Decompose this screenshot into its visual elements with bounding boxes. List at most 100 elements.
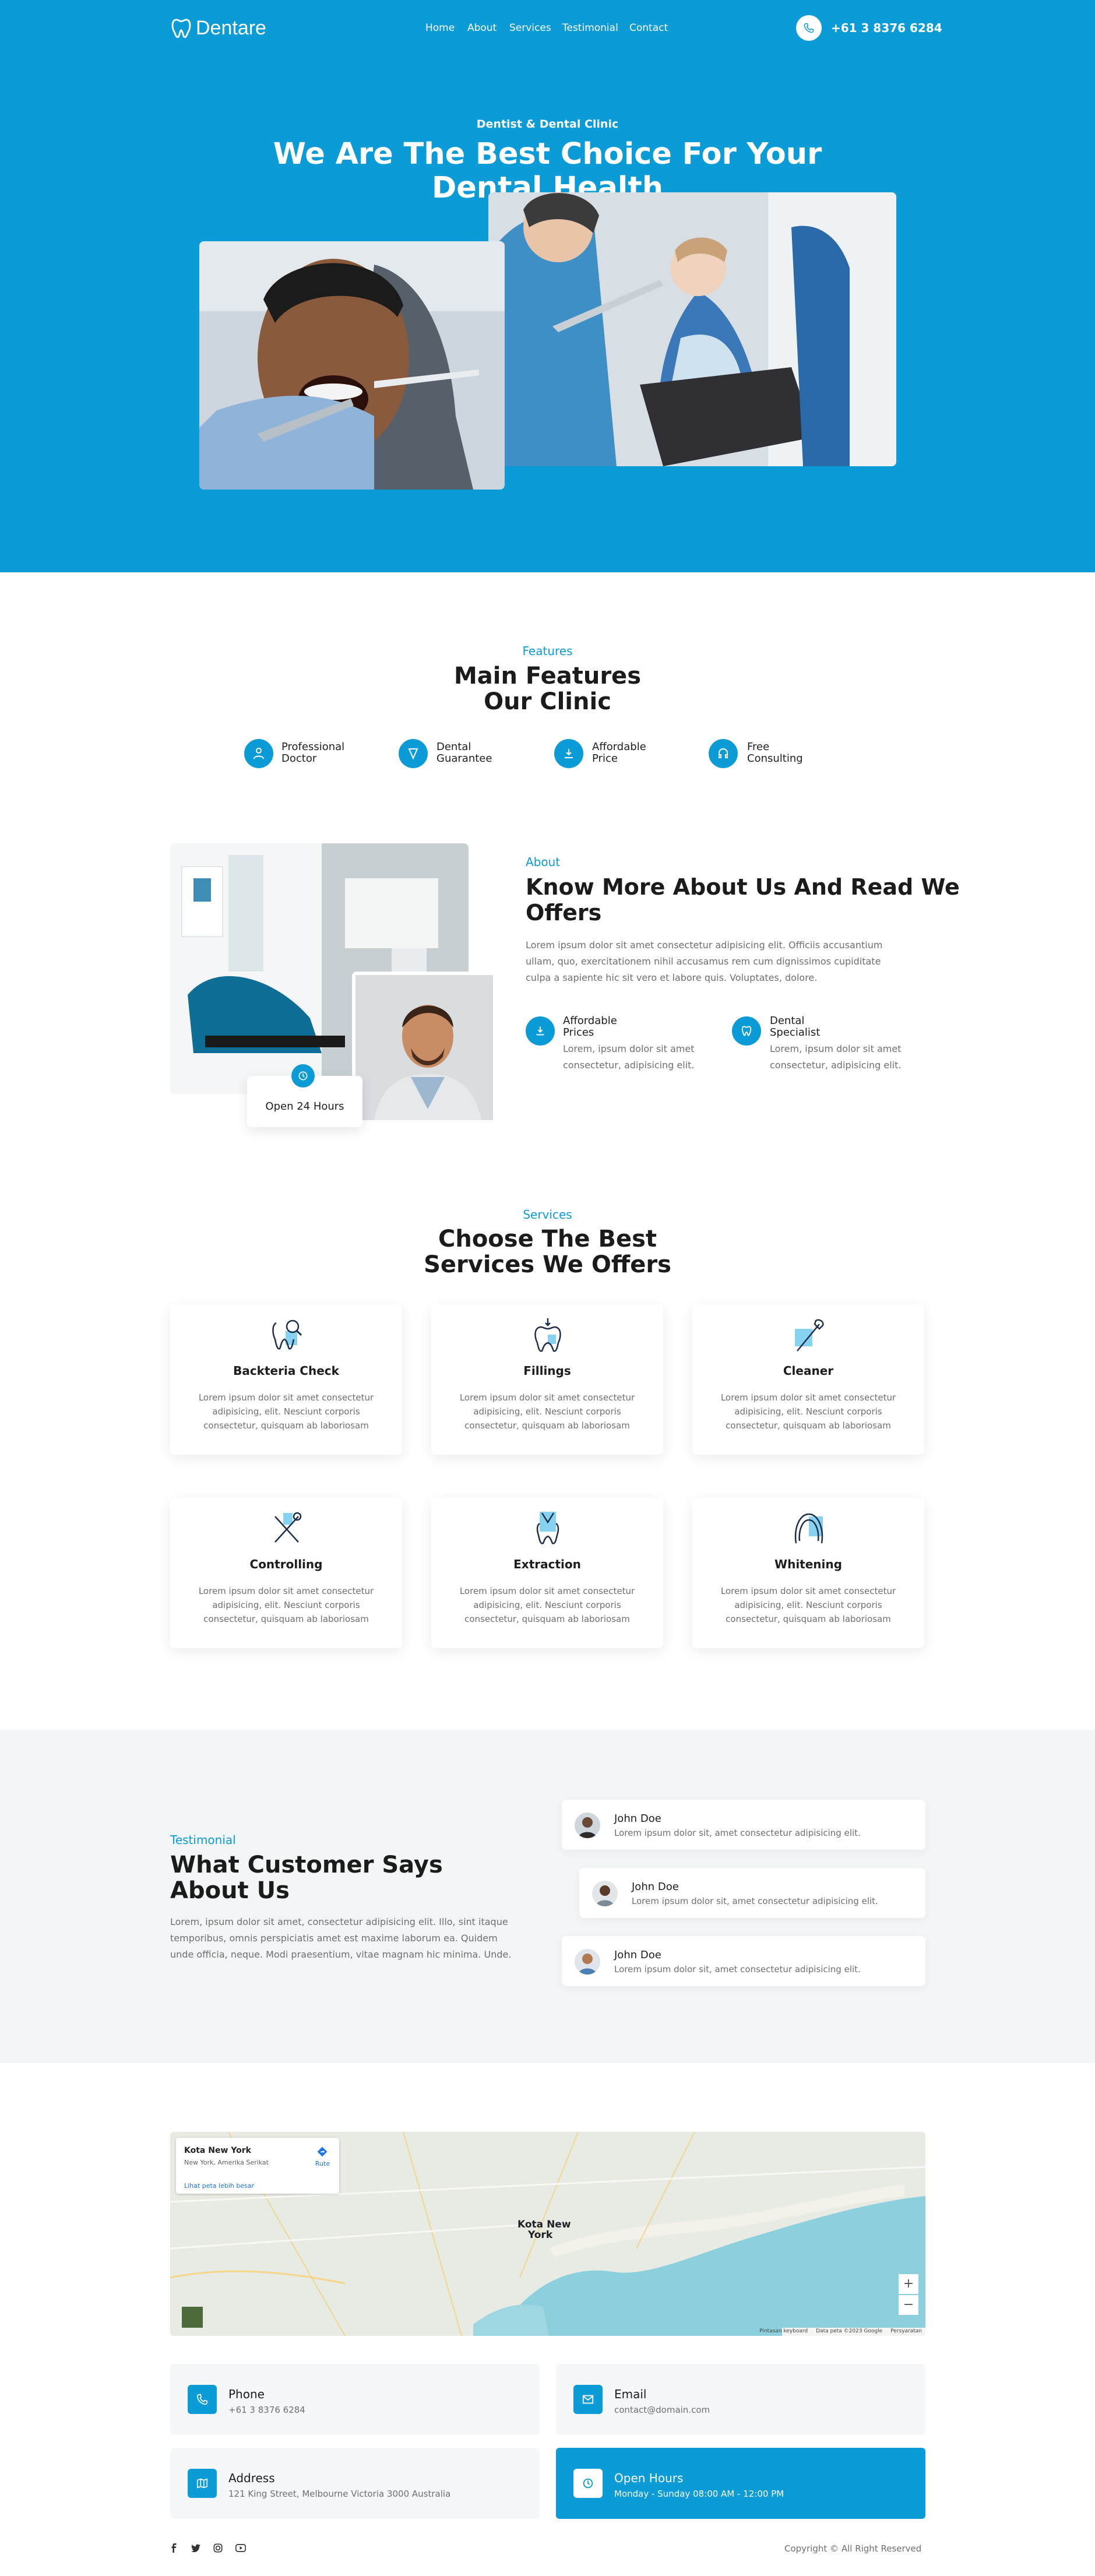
twitter-icon[interactable] <box>191 2544 200 2552</box>
contact-email-label: Email <box>614 2387 647 2401</box>
affordable-prices-icon <box>526 1016 555 1046</box>
service-card-fillings[interactable]: Fillings Lorem ipsum dolor sit amet cons… <box>431 1304 663 1455</box>
service-desc-line1: Lorem ipsum dolor sit amet consectetur <box>198 1586 374 1596</box>
service-title: Cleaner <box>783 1364 834 1378</box>
open-hours-badge: Open 24 Hours <box>247 1064 362 1127</box>
map-terms-link[interactable]: Persyaratan <box>890 2328 922 2334</box>
clock-icon <box>573 2469 603 2498</box>
features-title-line1: Main Features <box>454 663 641 689</box>
map-place-card: Kota New York New York, Amerika Serikat … <box>176 2138 339 2194</box>
about-item-specialist-line2: Specialist <box>770 1026 821 1039</box>
contact-address-label: Address <box>228 2471 275 2485</box>
testimonial-title-line2: About Us <box>170 1877 290 1904</box>
testimonial-section <box>0 1730 1095 2063</box>
nav-contact[interactable]: Contact <box>629 22 668 34</box>
services-eyebrow: Services <box>523 1208 572 1222</box>
service-card-extraction[interactable]: Extraction Lorem ipsum dolor sit amet co… <box>431 1498 663 1648</box>
nav-testimonial[interactable]: Testimonial <box>562 22 618 34</box>
service-card-whitening[interactable]: Whitening Lorem ipsum dolor sit amet con… <box>692 1498 924 1648</box>
instagram-icon[interactable] <box>213 2543 223 2553</box>
contact-email-value[interactable]: contact@domain.com <box>614 2405 710 2415</box>
contact-phone-value[interactable]: +61 3 8376 6284 <box>228 2405 305 2415</box>
map-zoom-out-button[interactable]: − <box>899 2295 918 2315</box>
service-title: Backteria Check <box>233 1364 339 1378</box>
service-desc-line1: Lorem ipsum dolor sit amet consectetur <box>459 1586 635 1596</box>
service-desc-line3: consectetur, quisquam ab laboriosam <box>464 1420 630 1431</box>
service-title: Controlling <box>249 1557 323 1571</box>
service-desc-line2: adipisicing, elit. Nesciunt corporis <box>734 1600 882 1610</box>
testimonial-quote: Lorem ipsum dolor sit, amet consectetur … <box>632 1896 878 1906</box>
features-title-line2: Our Clinic <box>484 688 611 715</box>
logo[interactable]: Dentare <box>170 16 266 40</box>
tooth-extraction-icon <box>536 1512 559 1544</box>
feature-price-line2: Price <box>592 752 618 765</box>
hero-photo-man-checkup <box>199 241 505 490</box>
testimonial-text: Lorem, ipsum dolor sit amet, consectetur… <box>170 1914 511 1963</box>
map-embed[interactable]: Kota New York New York, Amerika Serikat … <box>170 2132 925 2336</box>
service-desc-line2: adipisicing, elit. Nesciunt corporis <box>212 1406 360 1417</box>
service-card-cleaner[interactable]: Cleaner Lorem ipsum dolor sit amet conse… <box>692 1304 924 1455</box>
feature-doctor-line1: Professional <box>281 741 345 753</box>
feature-doctor-label: Professional Doctor <box>281 741 344 765</box>
service-desc-line2: adipisicing, elit. Nesciunt corporis <box>473 1406 621 1417</box>
about-text: Lorem ipsum dolor sit amet consectetur a… <box>526 937 882 986</box>
services-title-line1: Choose The Best <box>438 1226 657 1252</box>
about-title-line1: Know More About Us And Read We <box>526 874 960 900</box>
youtube-icon[interactable] <box>235 2544 246 2552</box>
service-title: Fillings <box>523 1364 571 1378</box>
contact-open-hours: Open Hours Monday - Sunday 08:00 AM - 12… <box>556 2448 925 2519</box>
contact-hours-label: Open Hours <box>614 2471 684 2485</box>
map-attribution: Pintasan keyboard Data peta ©2023 Google… <box>759 2328 922 2334</box>
map-zoom-in-button[interactable]: + <box>899 2274 918 2294</box>
about-item-prices: Affordable Prices <box>563 1015 617 1039</box>
nav-about[interactable]: About <box>467 22 497 34</box>
contact-address-value: 121 King Street, Melbourne Victoria 3000… <box>228 2489 451 2499</box>
service-desc-line1: Lorem ipsum dolor sit amet consectetur <box>198 1392 374 1403</box>
feature-guarantee-label: Dental Guarantee <box>436 741 492 765</box>
feature-price-label: Affordable Price <box>592 741 646 765</box>
hero-title-line1: We Are The Best Choice For Your <box>273 137 822 171</box>
map-route-label: Rute <box>315 2160 330 2167</box>
feature-price-line1: Affordable <box>592 741 646 753</box>
map-icon <box>188 2469 217 2498</box>
service-title: Whitening <box>774 1557 842 1571</box>
map-route-button[interactable]: Rute <box>315 2146 330 2167</box>
service-desc-line3: consectetur, quisquam ab laboriosam <box>726 1420 891 1431</box>
about-text-line1: Lorem ipsum dolor sit amet consectetur a… <box>526 939 883 951</box>
testimonial-card: John Doe Lorem ipsum dolor sit, amet con… <box>579 1868 925 1918</box>
hero-photo-child-patient <box>488 192 896 466</box>
feature-consulting-line1: Free <box>747 741 770 753</box>
service-card-controlling[interactable]: Controlling Lorem ipsum dolor sit amet c… <box>170 1498 402 1648</box>
service-description: Lorem ipsum dolor sit amet consectetur ad… <box>445 1584 649 1626</box>
hero-eyebrow: Dentist & Dental Clinic <box>476 118 619 131</box>
about-item-specialist: Dental Specialist <box>770 1015 820 1039</box>
service-desc-line1: Lorem ipsum dolor sit amet consectetur <box>459 1392 635 1403</box>
service-desc-line3: consectetur, quisquam ab laboriosam <box>726 1614 891 1624</box>
facebook-icon[interactable] <box>170 2543 178 2553</box>
map-city-line1: Kota New <box>517 2219 571 2230</box>
nav-home[interactable]: Home <box>425 22 455 34</box>
map-keyboard-shortcuts-link[interactable]: Pintasan keyboard <box>759 2328 808 2334</box>
features-eyebrow: Features <box>522 644 573 658</box>
testimonial-card: John Doe Lorem ipsum dolor sit, amet con… <box>562 1936 925 1986</box>
feature-doctor-line2: Doctor <box>281 752 317 765</box>
service-card-backteria[interactable]: Backteria Check Lorem ipsum dolor sit am… <box>170 1304 402 1455</box>
about-item-specialist-text2: consectetur, adipisicing elit. <box>770 1060 902 1071</box>
testimonial-name: John Doe <box>614 1949 661 1961</box>
about-eyebrow: About <box>526 855 561 869</box>
testimonial-eyebrow: Testimonial <box>170 1833 236 1847</box>
map-larger-link[interactable]: Lihat peta lebih besar <box>184 2182 254 2190</box>
doctor-icon <box>244 739 273 768</box>
about-item-prices-text2: consectetur, adipisicing elit. <box>563 1060 695 1071</box>
service-description: Lorem ipsum dolor sit amet consectetur ad… <box>445 1391 649 1433</box>
about-photo-doctor <box>352 972 497 1124</box>
testimonial-text-line2: temporibus, omnis perspiciatis amet est … <box>170 1933 498 1944</box>
copyright: Copyright © All Right Reserved <box>784 2543 922 2554</box>
header-phone[interactable]: +61 3 8376 6284 <box>796 15 942 41</box>
social-links <box>170 2543 246 2553</box>
service-desc-line3: consectetur, quisquam ab laboriosam <box>203 1614 369 1624</box>
nav-services[interactable]: Services <box>509 22 551 34</box>
testimonial-name: John Doe <box>614 1813 661 1825</box>
about-item-prices-line2: Prices <box>563 1026 594 1039</box>
email-icon <box>573 2385 603 2414</box>
